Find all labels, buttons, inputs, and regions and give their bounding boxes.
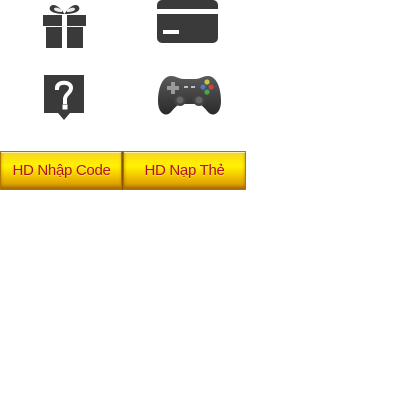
gamepad-icon[interactable] [157,73,222,118]
gift-icon[interactable] [42,0,87,48]
question-icon[interactable] [44,75,84,121]
button-divider [121,151,124,190]
code-guide-button[interactable]: HD Nhập Code [0,151,123,190]
credit-card-icon[interactable] [157,0,218,43]
card-topup-guide-button[interactable]: HD Nạp Thẻ [123,151,246,190]
card-topup-guide-label: HD Nạp Thẻ [144,162,225,179]
code-guide-label: HD Nhập Code [12,162,111,179]
